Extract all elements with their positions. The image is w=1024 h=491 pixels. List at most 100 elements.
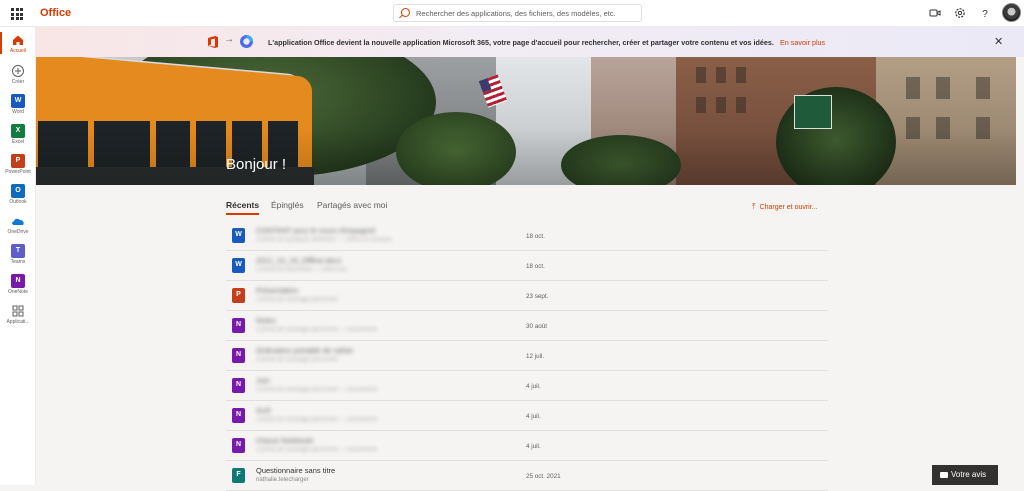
arrow-right-icon: → bbox=[224, 34, 234, 45]
sidebar-item-label: Outlook bbox=[9, 199, 27, 205]
help-icon[interactable]: ? bbox=[979, 7, 991, 19]
file-name: Notes bbox=[256, 316, 276, 325]
word-file-icon: W bbox=[232, 258, 245, 273]
file-row[interactable]: P Présentation Contrat de stockage perso… bbox=[226, 281, 828, 311]
file-row[interactable]: N Notes Contrat de stockage personnel — … bbox=[226, 311, 828, 341]
svg-text:?: ? bbox=[982, 9, 988, 19]
sidebar-item-label: Applicati... bbox=[6, 319, 30, 325]
file-location: Contrat de stockage personnel — Document… bbox=[256, 417, 378, 423]
excel-icon: X bbox=[11, 124, 25, 138]
search-input[interactable]: Rechercher des applications, des fichier… bbox=[416, 9, 616, 18]
sidebar-item-powerpoint[interactable]: P PowerPoint bbox=[0, 150, 36, 180]
learn-more-link[interactable]: En savoir plus bbox=[780, 38, 825, 47]
sidebar-item-create[interactable]: Créer bbox=[0, 60, 36, 90]
file-location: Contrat de quelques éléments — Office en… bbox=[256, 237, 392, 243]
file-date: 18 oct. bbox=[526, 233, 545, 240]
file-row[interactable]: F Questionnaire sans titre nathalie.tele… bbox=[226, 461, 828, 491]
word-file-icon: W bbox=[232, 228, 245, 243]
upload-and-open-button[interactable]: ⤒ Charger et ouvrir... bbox=[752, 202, 818, 212]
onenote-file-icon: N bbox=[232, 438, 245, 453]
sidebar-item-label: OneNote bbox=[7, 289, 28, 295]
left-app-rail: Accueil Créer W Word X Excel P PowerPoin… bbox=[0, 27, 36, 485]
file-name: Classe Notebook bbox=[256, 436, 314, 445]
banner-message: L'application Office devient la nouvelle… bbox=[268, 38, 774, 47]
word-icon: W bbox=[11, 94, 25, 108]
forms-file-icon: F bbox=[232, 468, 245, 483]
file-location: Contrat de stockage personnel — Document… bbox=[256, 327, 378, 333]
file-date: 4 juil. bbox=[526, 413, 541, 420]
sidebar-item-word[interactable]: W Word bbox=[0, 90, 36, 120]
hero-street-image: Bonjour ! bbox=[36, 57, 1016, 185]
file-location: Contrat de stockage personnel bbox=[256, 297, 338, 303]
file-name: Avril bbox=[256, 406, 271, 415]
avatar[interactable] bbox=[1002, 3, 1021, 22]
file-date: 12 juil. bbox=[526, 353, 545, 360]
sidebar-item-label: Excel bbox=[11, 139, 25, 145]
sidebar-item-onedrive[interactable]: OneDrive bbox=[0, 210, 36, 240]
greeting-heading: Bonjour ! bbox=[226, 156, 287, 173]
tab-recent[interactable]: Récents bbox=[226, 200, 260, 215]
sidebar-item-label: Teams bbox=[10, 259, 26, 265]
sidebar-item-outlook[interactable]: O Outlook bbox=[0, 180, 36, 210]
file-row[interactable]: W 2021_10_18_Offline.docx Contrat de doc… bbox=[226, 251, 828, 281]
sidebar-item-label: Créer bbox=[11, 79, 25, 85]
settings-gear-icon[interactable] bbox=[954, 7, 966, 19]
outlook-icon: O bbox=[11, 184, 25, 198]
microsoft-365-icon bbox=[240, 35, 253, 48]
file-location: Contrat de stockage personnel bbox=[256, 357, 338, 363]
teams-icon: T bbox=[11, 244, 25, 258]
file-name: 2021_10_18_Offline.docx bbox=[256, 256, 342, 265]
file-name: CONTRAT pour le cours d'espagnol bbox=[256, 226, 376, 235]
search-box[interactable]: Rechercher des applications, des fichier… bbox=[393, 4, 642, 22]
file-date: 23 sept. bbox=[526, 293, 549, 300]
file-location: Contrat de document — Office fax bbox=[256, 267, 347, 273]
tab-shared[interactable]: Partagés avec moi bbox=[317, 200, 387, 210]
file-name: Présentation bbox=[256, 286, 299, 295]
onenote-file-icon: N bbox=[232, 378, 245, 393]
sidebar-item-home[interactable]: Accueil bbox=[0, 29, 36, 59]
powerpoint-file-icon: P bbox=[232, 288, 245, 303]
office-logo-icon bbox=[208, 36, 218, 48]
file-location: Contrat de stockage personnel — Document… bbox=[256, 387, 378, 393]
file-date: 30 août bbox=[526, 323, 548, 330]
office-brand-link[interactable]: Office bbox=[40, 7, 71, 19]
file-name: Juin bbox=[256, 376, 270, 385]
sidebar-item-onenote[interactable]: N OneNote bbox=[0, 270, 36, 300]
file-date: 18 oct. bbox=[526, 263, 545, 270]
upload-icon: ⤒ bbox=[752, 202, 756, 211]
onenote-file-icon: N bbox=[232, 348, 245, 363]
chat-bubble-icon bbox=[940, 472, 948, 478]
sidebar-item-label: PowerPoint bbox=[5, 169, 31, 175]
home-icon bbox=[13, 35, 23, 45]
sidebar-item-label: Accueil bbox=[9, 48, 27, 54]
file-row[interactable]: N Juin Contrat de stockage personnel — D… bbox=[226, 371, 828, 401]
onenote-file-icon: N bbox=[232, 408, 245, 423]
search-icon bbox=[401, 8, 410, 17]
onenote-icon: N bbox=[11, 274, 25, 288]
plus-circle-icon bbox=[12, 65, 24, 77]
file-date: 4 juil. bbox=[526, 383, 541, 390]
file-date: 4 juil. bbox=[526, 443, 541, 450]
announcement-banner: → L'application Office devient la nouvel… bbox=[36, 27, 1024, 57]
file-row[interactable]: N Classe Notebook Contrat de stockage pe… bbox=[226, 431, 828, 461]
feedback-label: Votre avis bbox=[951, 470, 987, 479]
powerpoint-icon: P bbox=[11, 154, 25, 168]
file-name: Questionnaire sans titre bbox=[256, 466, 336, 475]
feedback-button[interactable]: Votre avis bbox=[932, 465, 998, 485]
file-location: Contrat de stockage personnel — Document… bbox=[256, 447, 378, 453]
sidebar-item-teams[interactable]: T Teams bbox=[0, 240, 36, 270]
onedrive-icon bbox=[12, 218, 24, 225]
sidebar-item-apps[interactable]: Applicati... bbox=[0, 300, 36, 330]
file-location: nathalie.telecharger bbox=[256, 477, 309, 483]
file-row[interactable]: N Avril Contrat de stockage personnel — … bbox=[226, 401, 828, 431]
sidebar-item-excel[interactable]: X Excel bbox=[0, 120, 36, 150]
hero-shade bbox=[36, 57, 1016, 185]
file-row[interactable]: W CONTRAT pour le cours d'espagnol Contr… bbox=[226, 221, 828, 251]
close-icon[interactable]: ✕ bbox=[994, 35, 1003, 48]
tab-pinned[interactable]: Épinglés bbox=[271, 200, 304, 210]
upload-label: Charger et ouvrir... bbox=[759, 204, 818, 211]
video-call-icon[interactable] bbox=[929, 7, 941, 19]
file-row[interactable]: N Ordinateur portable de cahier Contrat … bbox=[226, 341, 828, 371]
sidebar-item-label: Word bbox=[12, 109, 24, 115]
app-launcher-icon[interactable] bbox=[11, 8, 23, 20]
